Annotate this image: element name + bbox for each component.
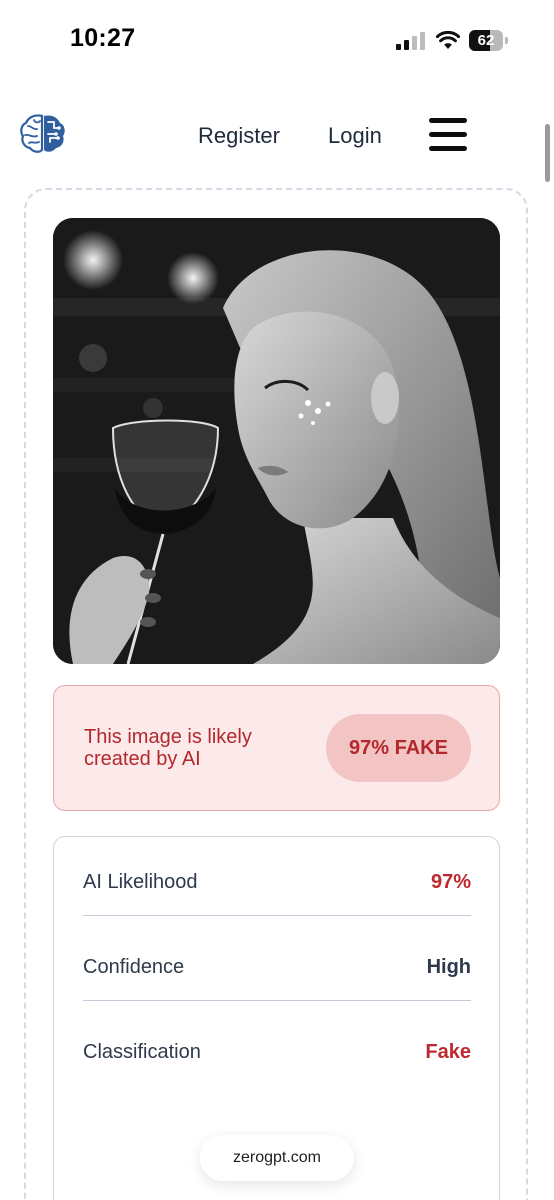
login-link[interactable]: Login: [328, 123, 382, 149]
analyzed-photo: [53, 218, 500, 664]
scrollbar-thumb[interactable]: [545, 124, 550, 182]
metric-value: High: [426, 956, 471, 978]
battery-level: 62: [477, 32, 495, 49]
metric-label: Confidence: [83, 956, 185, 978]
site-header: Register Login: [0, 96, 554, 176]
metric-label: AI Likelihood: [83, 871, 198, 893]
menu-bar: [429, 146, 467, 151]
battery-body: 62: [469, 30, 503, 51]
menu-bar: [429, 118, 467, 123]
verdict-text: This image is likely created by AI: [84, 726, 252, 770]
page: 10:27 62 Register Login This image is li…: [0, 0, 554, 1200]
battery-cap: [505, 37, 508, 44]
metric-row-ai-likelihood: AI Likelihood 97%: [83, 837, 471, 916]
metric-value: Fake: [425, 1041, 471, 1063]
menu-bar: [429, 132, 467, 137]
register-link[interactable]: Register: [198, 123, 280, 149]
status-bar: 10:27 62: [0, 0, 554, 84]
metric-row-classification: Classification Fake: [83, 1007, 471, 1085]
battery-icon: 62: [469, 30, 509, 51]
hamburger-menu-icon[interactable]: [429, 118, 467, 152]
watermark-pill: zerogpt.com: [200, 1135, 354, 1181]
brain-logo-icon[interactable]: [20, 112, 66, 154]
cellular-signal-icon: [396, 32, 425, 50]
metric-row-confidence: Confidence High: [83, 922, 471, 1001]
wifi-icon: [436, 30, 460, 49]
analyzed-photo-graphic: [53, 218, 500, 664]
metric-label: Classification: [83, 1041, 201, 1063]
metric-value: 97%: [430, 871, 471, 893]
verdict-banner: This image is likely created by AI 97% F…: [53, 685, 500, 811]
status-time: 10:27: [70, 24, 136, 52]
fake-score-badge: 97% FAKE: [326, 714, 471, 782]
